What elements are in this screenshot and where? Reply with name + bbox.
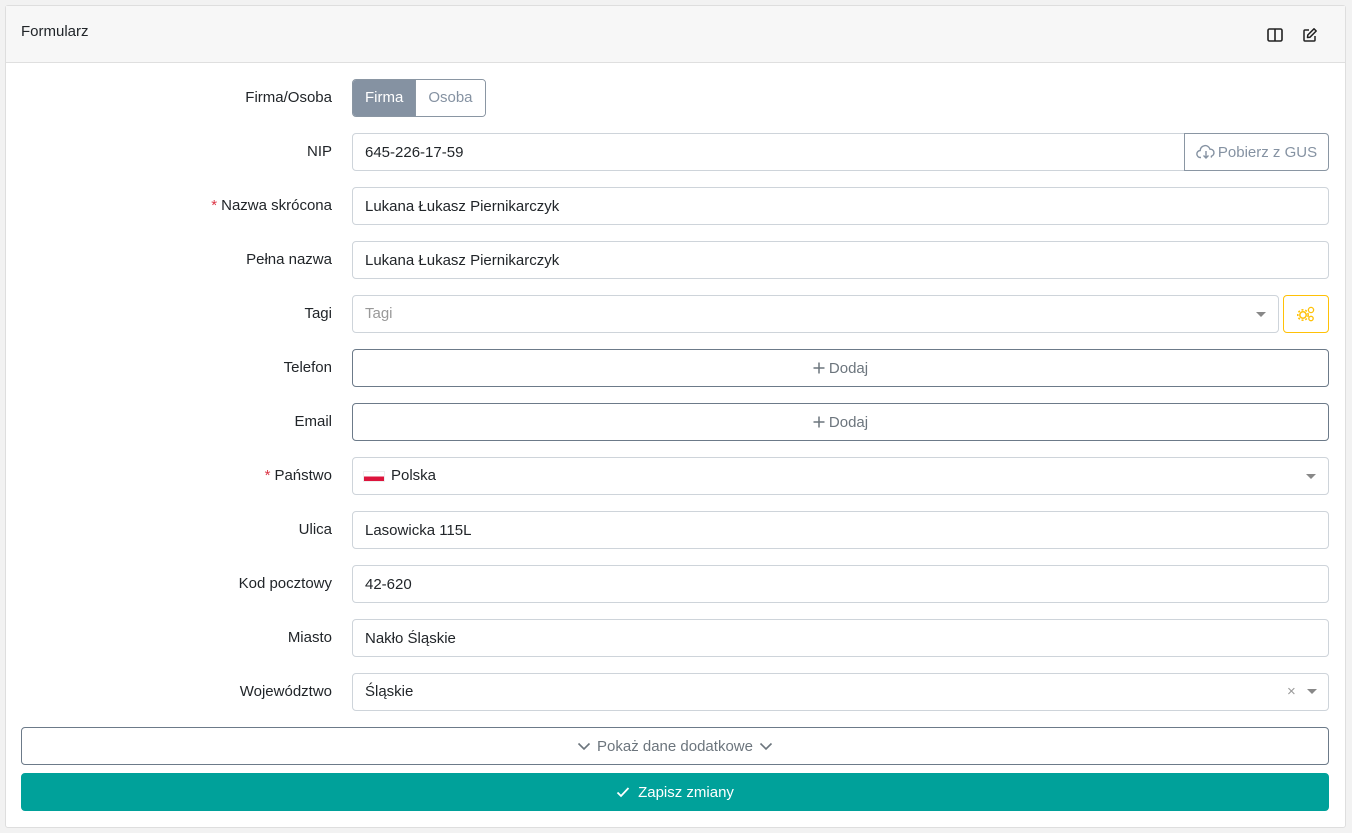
full-name-input[interactable] <box>352 241 1329 279</box>
country-row: * Państwo Polska <box>6 457 1347 495</box>
city-label: Miasto <box>287 629 332 646</box>
chevron-down-icon <box>759 741 773 751</box>
required-marker: * <box>211 197 218 214</box>
type-toggle: Firma Osoba <box>352 79 486 117</box>
add-phone-label: Dodaj <box>828 359 869 377</box>
street-label: Ulica <box>298 521 332 538</box>
edit-icon[interactable] <box>1296 21 1324 49</box>
type-option-osoba[interactable]: Osoba <box>415 80 485 116</box>
city-row: Miasto <box>6 619 1347 657</box>
voivodeship-label: Województwo <box>239 683 332 700</box>
columns-icon[interactable] <box>1261 21 1289 49</box>
poland-flag-icon <box>363 470 385 482</box>
save-button[interactable]: Zapisz zmiany <box>21 773 1329 811</box>
tags-settings-button[interactable] <box>1283 295 1329 333</box>
add-phone-button[interactable]: Dodaj <box>352 349 1329 387</box>
required-marker: * <box>264 467 271 484</box>
voivodeship-row: Województwo Śląskie × <box>6 673 1347 711</box>
country-select[interactable]: Polska <box>352 457 1329 495</box>
postal-code-input[interactable] <box>352 565 1329 603</box>
clear-icon[interactable]: × <box>1287 673 1296 711</box>
voivodeship-value: Śląskie <box>365 683 414 700</box>
gus-button-label: Pobierz z GUS <box>1217 143 1318 161</box>
type-option-firma[interactable]: Firma <box>353 80 416 116</box>
show-more-label: Pokaż dane dodatkowe <box>597 737 753 755</box>
city-input[interactable] <box>352 619 1329 657</box>
email-row: Email Dodaj <box>6 403 1347 441</box>
short-name-label: * Nazwa skrócona <box>211 197 332 214</box>
short-name-row: * Nazwa skrócona <box>6 187 1347 225</box>
nip-input[interactable] <box>352 133 1185 171</box>
add-email-label: Dodaj <box>828 413 869 431</box>
postal-code-label: Kod pocztowy <box>238 575 332 592</box>
tags-placeholder: Tagi <box>365 305 393 322</box>
type-row: Firma/Osoba Firma Osoba <box>6 79 1347 117</box>
phone-label: Telefon <box>283 359 332 376</box>
full-name-row: Pełna nazwa <box>6 241 1347 279</box>
plus-icon <box>813 416 825 428</box>
tags-select[interactable]: Tagi <box>352 295 1279 333</box>
tags-row: Tagi Tagi <box>6 295 1347 333</box>
chevron-down-icon <box>1307 689 1317 694</box>
short-name-input[interactable] <box>352 187 1329 225</box>
street-input[interactable] <box>352 511 1329 549</box>
gears-icon <box>1297 306 1315 322</box>
plus-icon <box>813 362 825 374</box>
nip-row: NIP Pobierz z GUS <box>6 133 1347 171</box>
card-title: Formularz <box>21 23 89 40</box>
phone-row: Telefon Dodaj <box>6 349 1347 387</box>
street-row: Ulica <box>6 511 1347 549</box>
show-more-button[interactable]: Pokaż dane dodatkowe <box>21 727 1329 765</box>
chevron-down-icon <box>1306 474 1316 479</box>
nip-label: NIP <box>306 143 332 160</box>
check-icon <box>616 786 630 798</box>
add-email-button[interactable]: Dodaj <box>352 403 1329 441</box>
tags-label: Tagi <box>304 305 332 322</box>
email-label: Email <box>294 413 332 430</box>
chevron-down-icon <box>577 741 591 751</box>
save-label: Zapisz zmiany <box>638 783 734 801</box>
form-card: Formularz Firma/Osoba Firma Osoba NIP Po… <box>5 5 1346 828</box>
cloud-download-icon <box>1196 144 1216 160</box>
postal-code-row: Kod pocztowy <box>6 565 1347 603</box>
voivodeship-select[interactable]: Śląskie <box>352 673 1329 711</box>
card-header: Formularz <box>6 6 1345 63</box>
country-label: * Państwo <box>264 467 332 484</box>
full-name-label: Pełna nazwa <box>246 251 332 268</box>
type-label: Firma/Osoba <box>245 89 332 106</box>
chevron-down-icon <box>1256 312 1266 317</box>
country-value: Polska <box>391 467 437 484</box>
gus-button[interactable]: Pobierz z GUS <box>1184 133 1329 171</box>
